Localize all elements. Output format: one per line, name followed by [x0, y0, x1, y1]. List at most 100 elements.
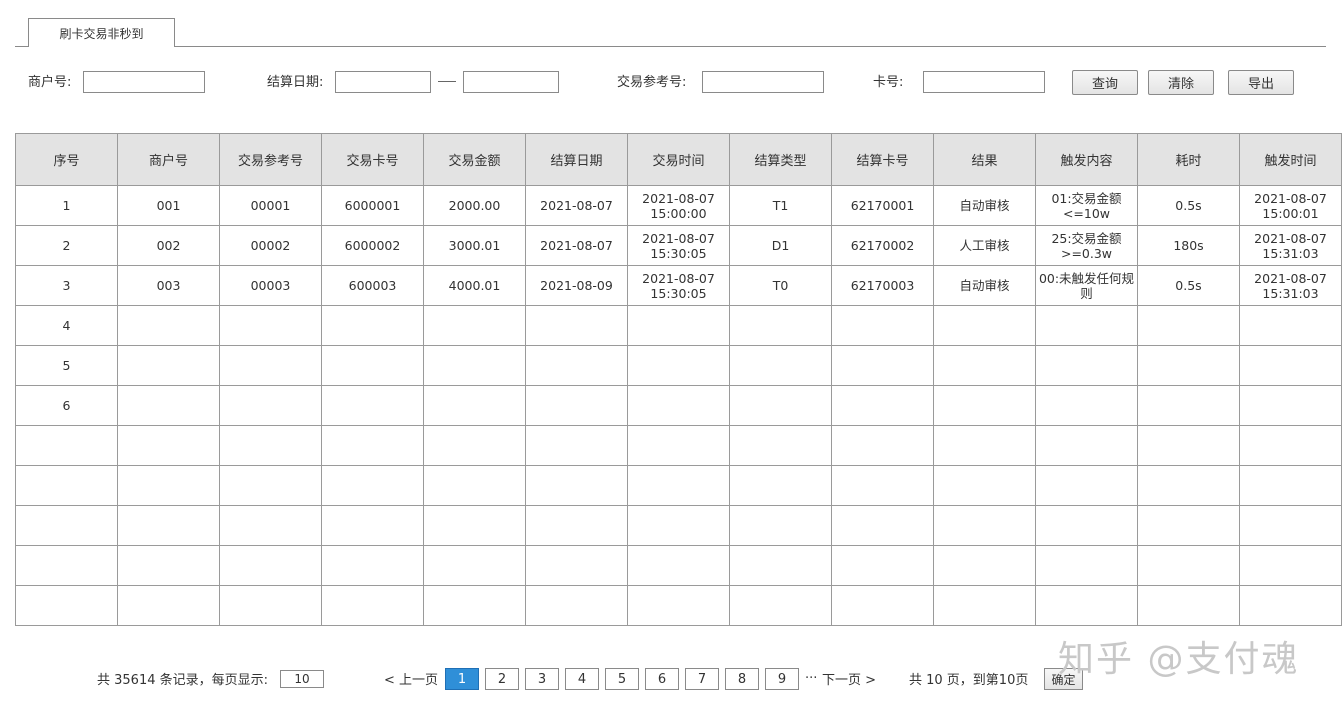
pagination-ellipsis: ··· [805, 671, 818, 686]
table-cell [219, 465, 322, 506]
table-row [15, 585, 1342, 626]
table-cell [1239, 585, 1342, 626]
table-cell [1239, 345, 1342, 386]
table-cell: 62170002 [831, 225, 934, 266]
table-cell: 2021-08-07 15:00:01 [1239, 185, 1342, 226]
table-cell [627, 385, 730, 426]
table-cell [117, 465, 220, 506]
table-cell [219, 505, 322, 546]
table-cell: 001 [117, 185, 220, 226]
table-cell [933, 465, 1036, 506]
table-cell [729, 425, 832, 466]
table-cell [15, 505, 118, 546]
page-button[interactable]: 9 [765, 668, 799, 690]
column-header: 结算卡号 [831, 133, 934, 186]
page-button[interactable]: 2 [485, 668, 519, 690]
table-cell [1137, 505, 1240, 546]
table-cell [321, 305, 424, 346]
table-cell [117, 505, 220, 546]
table-cell [933, 305, 1036, 346]
table-cell: 01:交易金额<=10w [1035, 185, 1138, 226]
export-button[interactable]: 导出 [1228, 70, 1294, 95]
table-row: 3 003 00003 600003 4000.01 2021-08-09 2021-08-… [15, 265, 1342, 306]
table-cell: 自动审核 [933, 185, 1036, 226]
table-cell [117, 425, 220, 466]
settle-date-from-input[interactable] [335, 71, 431, 93]
table-cell [1239, 505, 1342, 546]
table-cell [627, 425, 730, 466]
table-cell [1035, 585, 1138, 626]
zhihu-watermark: 知乎 @支付魂 [1058, 639, 1300, 680]
table-cell: 180s [1137, 225, 1240, 266]
table-cell [933, 505, 1036, 546]
table-cell: 2021-08-07 15:31:03 [1239, 265, 1342, 306]
table-row: 5 [15, 345, 1342, 386]
table-cell [219, 305, 322, 346]
merchant-input[interactable] [83, 71, 205, 93]
page-size-input[interactable]: 10 [280, 670, 324, 688]
table-cell: 1 [15, 185, 118, 226]
table-cell [423, 505, 526, 546]
table-cell [831, 305, 934, 346]
clear-button[interactable]: 清除 [1148, 70, 1214, 95]
table-cell: 2021-08-07 15:30:05 [627, 265, 730, 306]
table-cell [321, 345, 424, 386]
next-page-link[interactable]: 下一页 > [822, 672, 876, 690]
table-cell [423, 585, 526, 626]
page-button[interactable]: 7 [685, 668, 719, 690]
table-row: 1 001 00001 6000001 2000.00 2021-08-07 2021-08… [15, 185, 1342, 226]
page-button[interactable]: 5 [605, 668, 639, 690]
column-header: 结算日期 [525, 133, 628, 186]
card-number-label: 卡号: [873, 75, 904, 90]
table-cell: 3 [15, 265, 118, 306]
table-cell [627, 465, 730, 506]
table-cell [15, 545, 118, 586]
table-cell [729, 585, 832, 626]
card-number-input[interactable] [923, 71, 1045, 93]
table-cell [1239, 465, 1342, 506]
table-cell [15, 465, 118, 506]
merchant-label: 商户号: [28, 75, 72, 90]
table-cell: 4 [15, 305, 118, 346]
table-cell [219, 385, 322, 426]
table-cell: 2 [15, 225, 118, 266]
table-cell: 2021-08-07 15:31:03 [1239, 225, 1342, 266]
table-cell [831, 345, 934, 386]
table-cell: 0.5s [1137, 185, 1240, 226]
table-cell [831, 545, 934, 586]
table-cell [831, 425, 934, 466]
table-cell [933, 385, 1036, 426]
reference-number-input[interactable] [702, 71, 824, 93]
table-cell: 自动审核 [933, 265, 1036, 306]
settle-date-to-input[interactable] [463, 71, 559, 93]
table-row: 4 [15, 305, 1342, 346]
table-cell [321, 385, 424, 426]
table-cell [525, 545, 628, 586]
tab-card-transaction-non-instant[interactable]: 刷卡交易非秒到 [28, 18, 175, 47]
table-row [15, 505, 1342, 546]
page-button[interactable]: 8 [725, 668, 759, 690]
page-button[interactable]: 4 [565, 668, 599, 690]
table-cell [1035, 465, 1138, 506]
page-button[interactable]: 3 [525, 668, 559, 690]
query-button[interactable]: 查询 [1072, 70, 1138, 95]
column-header: 触发时间 [1239, 133, 1342, 186]
table-cell [117, 545, 220, 586]
table-cell [321, 505, 424, 546]
table-cell: 62170001 [831, 185, 934, 226]
table-cell [831, 505, 934, 546]
table-cell [1137, 425, 1240, 466]
prev-page-link[interactable]: < 上一页 [384, 672, 438, 690]
table-cell [1035, 545, 1138, 586]
table-cell [1239, 545, 1342, 586]
table-cell [627, 505, 730, 546]
page-button[interactable]: 6 [645, 668, 679, 690]
table-cell: 2021-08-07 [525, 185, 628, 226]
table-cell: 5 [15, 345, 118, 386]
column-header: 交易金额 [423, 133, 526, 186]
table-cell: 0.5s [1137, 265, 1240, 306]
table-cell [1137, 545, 1240, 586]
table-cell [831, 465, 934, 506]
table-row [15, 465, 1342, 506]
page-button[interactable]: 1 [445, 668, 479, 690]
